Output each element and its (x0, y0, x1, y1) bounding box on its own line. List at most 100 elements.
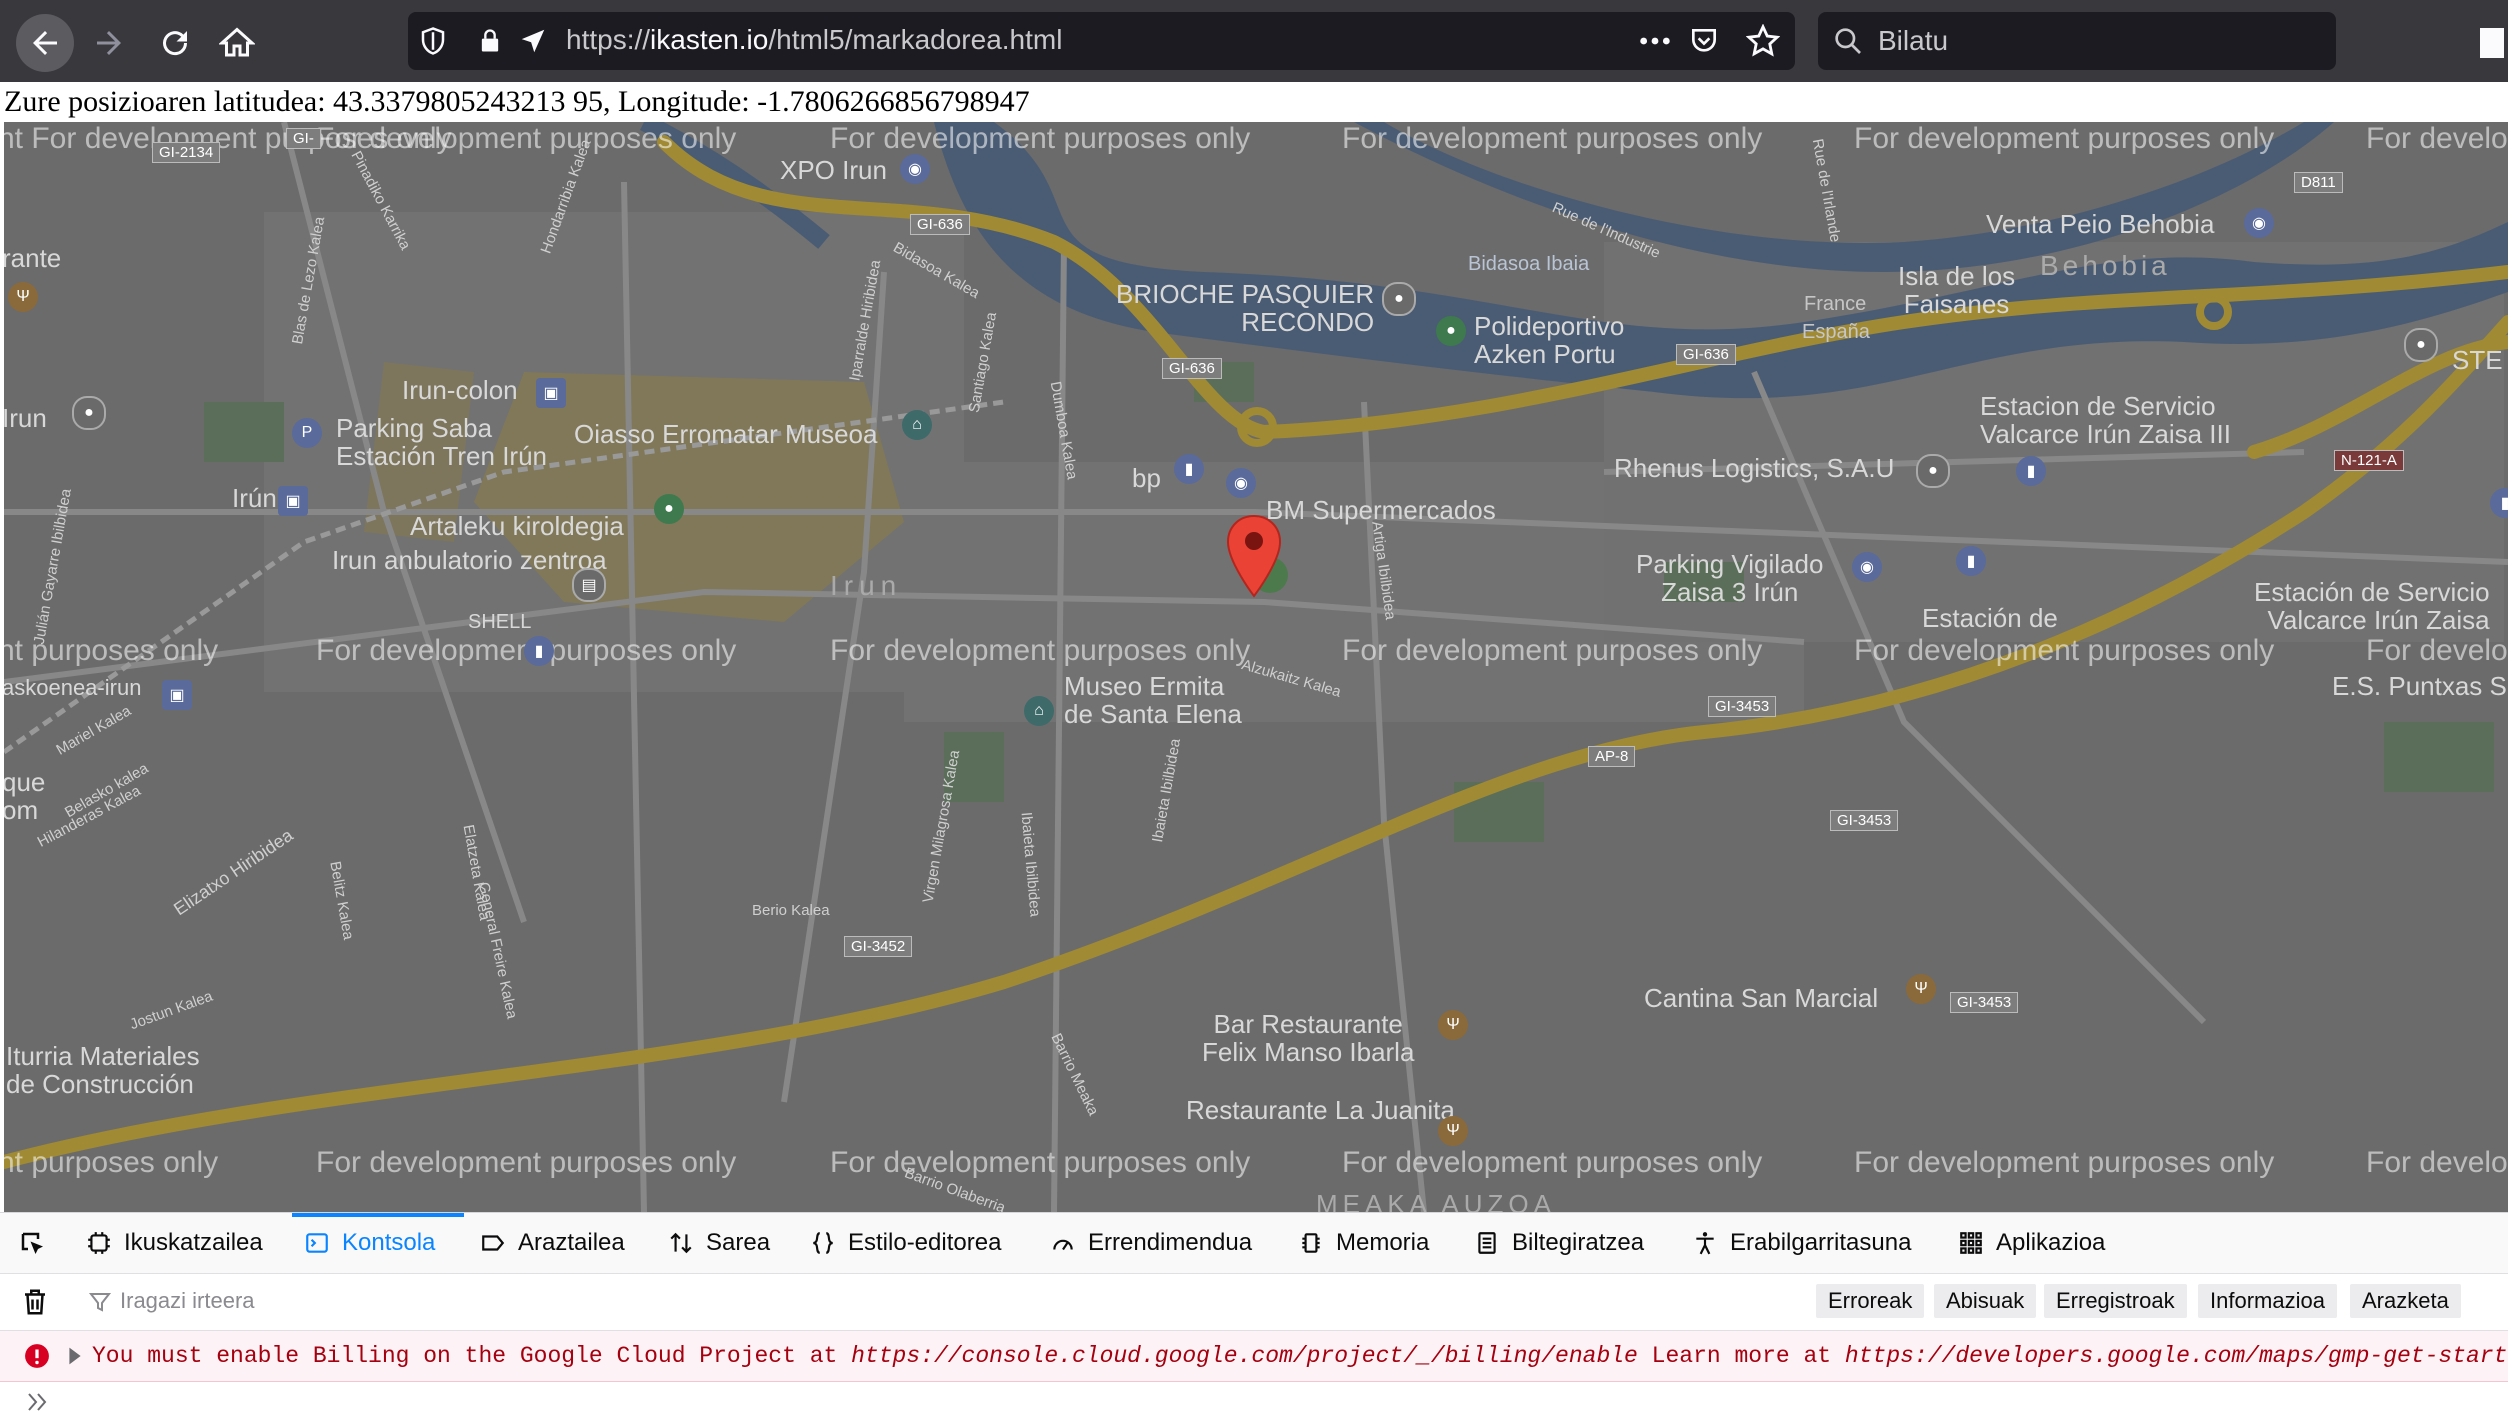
memory-icon (1302, 1233, 1320, 1253)
filter-info-button[interactable]: Informazioa (2198, 1284, 2337, 1318)
home-button[interactable] (208, 14, 266, 72)
poi-parking-icon[interactable]: ◉ (1852, 552, 1882, 582)
poi-pin-icon[interactable]: ● (2404, 328, 2438, 362)
url-text[interactable]: https://ikasten.io/html5/markadorea.html (566, 24, 1062, 56)
devtools-panel: Ikuskatzailea Kontsola Araztailea Sarea … (0, 1212, 2508, 1421)
poi-train-icon[interactable]: ▣ (162, 680, 192, 710)
filter-warnings-button[interactable]: Abisuak (1934, 1284, 2037, 1318)
forward-button[interactable] (80, 14, 138, 72)
filter-input[interactable]: Iragazi irteera (120, 1288, 255, 1314)
poi-parking-icon[interactable]: P (292, 418, 322, 448)
road-shield: D811 (2294, 172, 2343, 193)
place-label: Iturria Materiales de Construcción (6, 1041, 200, 1099)
tab-network[interactable]: Sarea (668, 1213, 770, 1273)
poi-gas-station-icon[interactable]: ▮ (1956, 546, 1986, 576)
poi-restaurant-icon[interactable]: Ψ (8, 282, 38, 312)
poi-museum-icon[interactable]: ⌂ (902, 410, 932, 440)
tab-inspector[interactable]: Ikuskatzailea (86, 1213, 263, 1273)
storage-icon (1478, 1232, 1496, 1254)
poi-shopping-icon[interactable]: ◉ (2244, 208, 2274, 238)
place-label: Estacion de Servicio Valcarce Irún Zaisa… (1980, 391, 2231, 449)
poi-shopping-icon[interactable]: ◉ (900, 154, 930, 184)
tab-memory[interactable]: Memoria (1298, 1213, 1429, 1273)
poi-restaurant-icon[interactable]: Ψ (1906, 974, 1936, 1004)
search-input[interactable]: Bilatu (1878, 25, 1948, 57)
billing-link[interactable]: https://console.cloud.google.com/project… (851, 1343, 1638, 1369)
poi-gas-station-icon[interactable]: ▮ (1174, 454, 1204, 484)
docs-link[interactable]: https://developers.google.com/maps/gmp-g… (1845, 1343, 2508, 1369)
url-bar[interactable]: https://ikasten.io/html5/markadorea.html (408, 12, 1795, 70)
poi-park-icon[interactable]: ● (1436, 316, 1466, 346)
back-button[interactable] (16, 14, 74, 72)
console-error-message[interactable]: You must enable Billing on the Google Cl… (0, 1331, 2508, 1382)
element-picker-icon[interactable] (18, 1229, 48, 1259)
tab-storage[interactable]: Biltegiratzea (1474, 1213, 1644, 1273)
poi-restaurant-icon[interactable]: Ψ (1438, 1116, 1468, 1146)
map-watermark: For develo (2366, 122, 2508, 155)
poi-pin-icon[interactable]: ● (1916, 454, 1950, 488)
home-icon (219, 27, 255, 57)
filter-debug-button[interactable]: Arazketa (2350, 1284, 2461, 1318)
tab-console[interactable]: Kontsola (304, 1213, 435, 1273)
chevron-right-icon (28, 1393, 47, 1411)
map-watermark: nt purposes only (4, 1146, 219, 1179)
road-shield: GI-3452 (844, 936, 913, 957)
poi-gas-station-icon[interactable]: ▮ (2016, 456, 2046, 486)
poi-park-icon[interactable]: ● (654, 494, 684, 524)
map-watermark: For development purposes only (830, 1146, 1251, 1179)
tab-style-editor[interactable]: Estilo-editorea (810, 1213, 1001, 1273)
page-content: Zure posizioaren latitudea: 43.337980524… (0, 82, 2508, 1212)
tab-accessibility[interactable]: Erabilgarritasuna (1692, 1213, 1911, 1273)
place-label: Artaleku kiroldegia (410, 511, 624, 541)
debugger-icon (482, 1235, 505, 1251)
arrow-left-icon (33, 31, 57, 55)
console-input[interactable] (0, 1383, 2508, 1421)
more-icon[interactable] (1638, 28, 1672, 54)
tab-application[interactable]: Aplikazioa (1958, 1213, 2105, 1273)
poi-train-icon[interactable]: ▣ (536, 378, 566, 408)
place-label: Cantina San Marcial (1644, 983, 1879, 1013)
position-text: Zure posizioaren latitudea: 43.337980524… (4, 85, 1030, 118)
poi-shopping-icon[interactable]: ◉ (1226, 468, 1256, 498)
poi-pin-icon[interactable]: ● (72, 396, 106, 430)
place-label: MEAKA AUZOA (1316, 1189, 1556, 1212)
inspector-icon (88, 1232, 110, 1254)
trash-icon[interactable] (20, 1286, 50, 1318)
map-watermark: For develo (2366, 634, 2508, 667)
expand-arrow-icon[interactable] (68, 1347, 82, 1365)
road-shield: GI-636 (910, 214, 970, 235)
reload-button[interactable] (146, 14, 204, 72)
error-icon (25, 1344, 49, 1368)
pocket-icon[interactable] (1688, 25, 1720, 57)
tab-performance[interactable]: Errendimendua (1050, 1213, 1252, 1273)
filter-errors-button[interactable]: Erroreak (1816, 1284, 1925, 1318)
place-label: España (1802, 321, 1870, 343)
map-watermark: For development purposes only (1854, 1146, 2275, 1179)
place-label: Bar Restaurante Felix Manso Ibarla (1202, 1009, 1415, 1067)
poi-gas-station-icon[interactable]: ▮ (524, 636, 554, 666)
console-filter-bar: Iragazi irteera Erroreak Abisuak Erregis… (0, 1274, 2508, 1331)
bookmark-star-icon[interactable] (1746, 24, 1780, 58)
toolbar-overflow-icon[interactable] (2480, 28, 2504, 58)
search-icon (1835, 28, 1861, 54)
search-bar[interactable]: Bilatu (1818, 12, 2336, 70)
style-editor-icon (813, 1232, 833, 1254)
poi-museum-icon[interactable]: ⌂ (1024, 696, 1054, 726)
place-label: rante (4, 243, 62, 273)
poi-train-icon[interactable]: ▣ (278, 486, 308, 516)
place-label: Irún (232, 483, 277, 513)
poi-pin-icon[interactable]: ● (1382, 282, 1416, 316)
filter-icon (88, 1293, 112, 1312)
place-label: Polideportivo Azken Portu (1474, 311, 1625, 369)
poi-hospital-icon[interactable]: ▤ (572, 568, 606, 602)
tab-debugger[interactable]: Araztailea (480, 1213, 625, 1273)
map[interactable]: nt For development purposes only For dev… (4, 122, 2508, 1212)
network-icon (670, 1232, 692, 1254)
road-shield: GI-3453 (1708, 696, 1777, 717)
location-marker-icon[interactable] (1225, 514, 1283, 598)
filter-logs-button[interactable]: Erregistroak (2044, 1284, 2187, 1318)
console-icon (306, 1233, 328, 1253)
poi-restaurant-icon[interactable]: Ψ (1438, 1010, 1468, 1040)
road-shield: AP-8 (1588, 746, 1636, 767)
road-shield: GI-636 (1676, 344, 1736, 365)
